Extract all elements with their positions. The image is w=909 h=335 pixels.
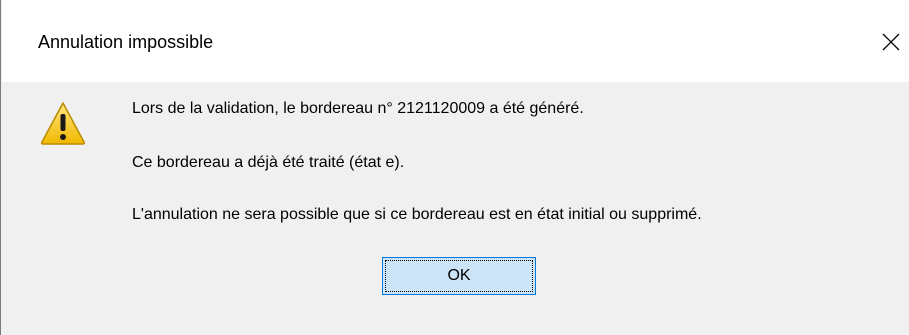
message-line-1: Lors de la validation, le bordereau n° 2… xyxy=(132,100,584,117)
close-icon xyxy=(882,33,900,51)
message-dialog: Annulation impossible Lors de la validat… xyxy=(0,0,909,335)
close-button[interactable] xyxy=(863,18,909,64)
warning-icon xyxy=(40,102,86,145)
title-bar[interactable]: Annulation impossible xyxy=(2,0,909,82)
ok-button[interactable]: OK xyxy=(382,257,536,295)
message-line-2: Ce bordereau a déjà été traité (état e). xyxy=(132,154,405,171)
dialog-body: Lors de la validation, le bordereau n° 2… xyxy=(2,82,909,335)
message-line-3: L'annulation ne sera possible que si ce … xyxy=(132,206,702,223)
dialog-title: Annulation impossible xyxy=(38,32,214,52)
